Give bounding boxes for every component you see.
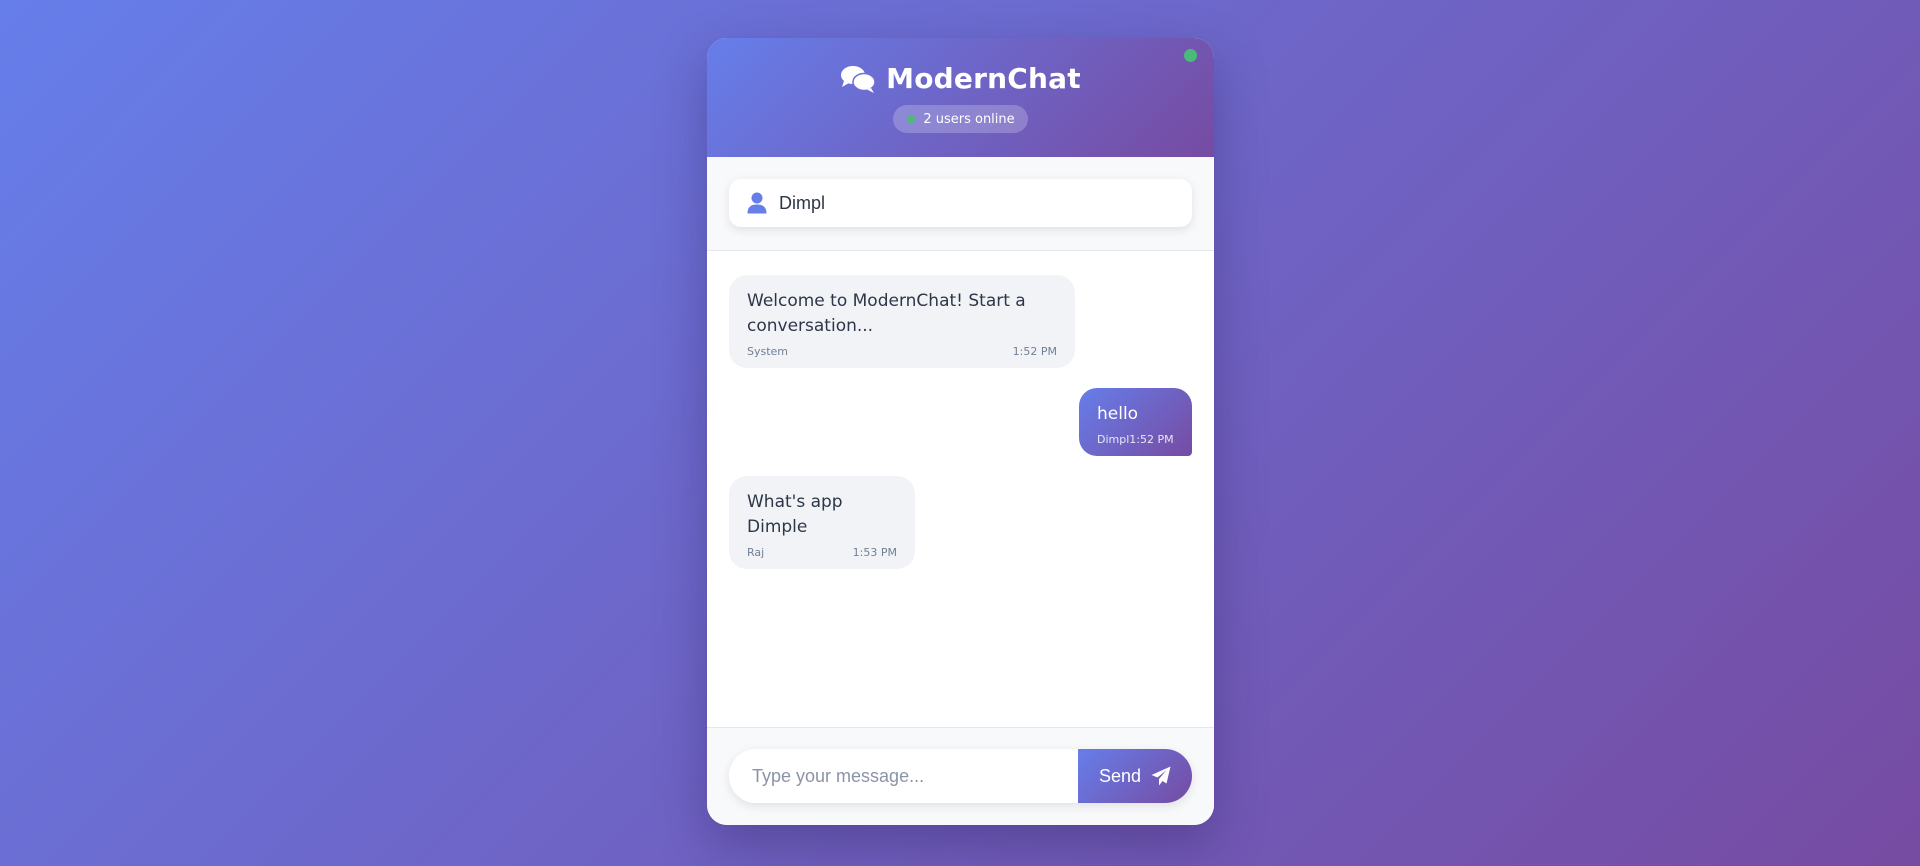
- connection-status-indicator: [1184, 49, 1197, 62]
- brand: ModernChat: [840, 62, 1081, 95]
- message-time: 1:52 PM: [1012, 345, 1057, 358]
- online-users-badge: 2 users online: [893, 105, 1028, 133]
- chat-window: ModernChat 2 users online Welcome to Mod…: [707, 38, 1214, 825]
- message-sender: Raj: [747, 546, 765, 559]
- message-text: What's app Dimple: [747, 492, 843, 537]
- send-button-label: Send: [1098, 765, 1142, 786]
- paper-plane-icon: [1151, 766, 1171, 786]
- message-meta: Raj 1:53 PM: [747, 546, 897, 559]
- composer: Send: [729, 749, 1192, 803]
- message-meta: Dimpl 1:52 PM: [1097, 433, 1174, 446]
- message-text: hello: [1097, 404, 1139, 424]
- message-bubble: What's app Dimple Raj 1:53 PM: [729, 476, 915, 569]
- username-input[interactable]: [779, 192, 1159, 214]
- chat-header: ModernChat 2 users online: [707, 38, 1214, 157]
- username-section: [707, 157, 1214, 251]
- message-bubble-own: hello Dimpl 1:52 PM: [1079, 388, 1192, 456]
- message-sender: System: [747, 345, 789, 358]
- send-button[interactable]: Send: [1078, 749, 1192, 803]
- message-meta: System 1:52 PM: [747, 345, 1057, 358]
- message-sender: Dimpl: [1097, 433, 1130, 446]
- app-title: ModernChat: [886, 62, 1081, 95]
- message-text: Welcome to ModernChat! Start a conversat…: [747, 291, 1026, 336]
- message-input[interactable]: [729, 749, 1078, 803]
- message-time: 1:53 PM: [852, 546, 897, 559]
- username-field[interactable]: [729, 179, 1192, 227]
- message-time: 1:52 PM: [1129, 433, 1174, 446]
- online-users-count: 2 users online: [923, 111, 1015, 127]
- chat-bubbles-icon: [841, 65, 876, 93]
- composer-bar: Send: [707, 727, 1214, 825]
- message-bubble: Welcome to ModernChat! Start a conversat…: [729, 275, 1075, 368]
- user-icon: [747, 192, 767, 214]
- message-list[interactable]: Welcome to ModernChat! Start a conversat…: [707, 251, 1214, 727]
- online-status-dot: [907, 115, 916, 123]
